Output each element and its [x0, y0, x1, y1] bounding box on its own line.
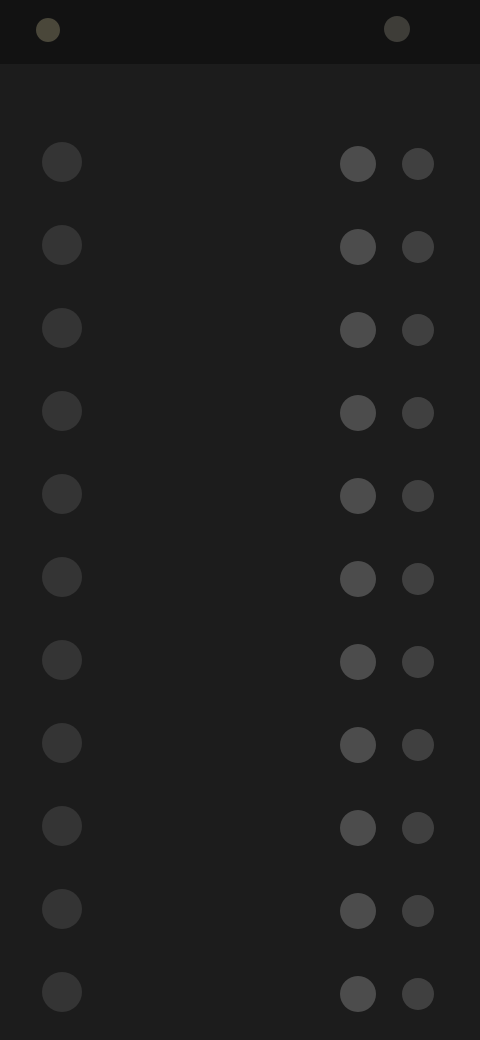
primary-action-icon[interactable] [340, 810, 376, 846]
item-list [0, 120, 480, 1033]
secondary-action-icon[interactable] [402, 148, 434, 180]
list-item[interactable] [0, 120, 480, 203]
avatar [42, 806, 82, 846]
list-item[interactable] [0, 867, 480, 950]
secondary-action-icon[interactable] [402, 480, 434, 512]
primary-action-icon[interactable] [340, 893, 376, 929]
list-item[interactable] [0, 369, 480, 452]
section-title [40, 84, 218, 106]
list-item[interactable] [0, 701, 480, 784]
top-app-bar [0, 0, 480, 64]
avatar [42, 723, 82, 763]
secondary-action-icon[interactable] [402, 895, 434, 927]
secondary-action-icon[interactable] [402, 978, 434, 1010]
secondary-action-icon[interactable] [402, 729, 434, 761]
list-item[interactable] [0, 286, 480, 369]
primary-action-icon[interactable] [340, 395, 376, 431]
avatar [42, 557, 82, 597]
list-item[interactable] [0, 618, 480, 701]
primary-action-icon[interactable] [340, 644, 376, 680]
avatar [42, 474, 82, 514]
avatar [42, 640, 82, 680]
list-item[interactable] [0, 950, 480, 1033]
avatar [42, 889, 82, 929]
list-item[interactable] [0, 452, 480, 535]
avatar [42, 972, 82, 1012]
list-item[interactable] [0, 203, 480, 286]
secondary-action-icon[interactable] [402, 314, 434, 346]
secondary-action-icon[interactable] [402, 397, 434, 429]
secondary-action-icon[interactable] [402, 646, 434, 678]
secondary-action-icon[interactable] [402, 812, 434, 844]
avatar [42, 225, 82, 265]
primary-action-icon[interactable] [340, 561, 376, 597]
primary-action-icon[interactable] [340, 312, 376, 348]
primary-action-icon[interactable] [340, 478, 376, 514]
secondary-action-icon[interactable] [402, 231, 434, 263]
primary-action-icon[interactable] [340, 976, 376, 1012]
primary-action-icon[interactable] [340, 727, 376, 763]
list-item[interactable] [0, 784, 480, 867]
avatar [42, 142, 82, 182]
primary-action-icon[interactable] [340, 146, 376, 182]
more-icon[interactable] [384, 16, 410, 42]
list-item[interactable] [0, 535, 480, 618]
primary-action-icon[interactable] [340, 229, 376, 265]
secondary-action-icon[interactable] [402, 563, 434, 595]
app-logo-icon[interactable] [36, 18, 60, 42]
avatar [42, 308, 82, 348]
avatar [42, 391, 82, 431]
